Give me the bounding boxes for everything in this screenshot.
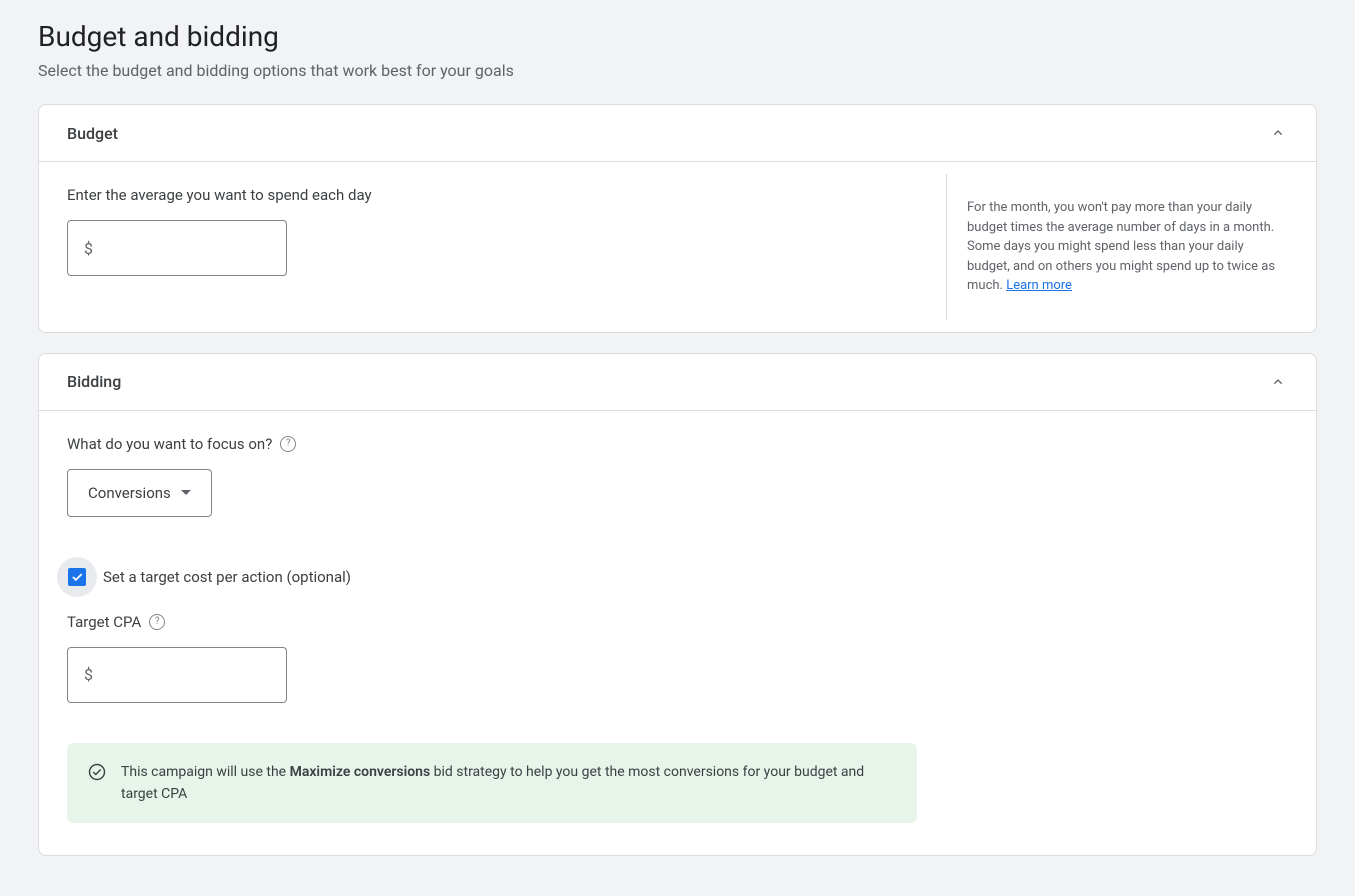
page-title: Budget and bidding [38,20,1317,53]
bidding-card-header[interactable]: Bidding [39,354,1316,411]
strategy-info-banner: This campaign will use the Maximize conv… [67,743,917,824]
bidding-card: Bidding What do you want to focus on? ? … [38,353,1317,857]
budget-header-title: Budget [67,124,118,143]
chevron-up-icon [1268,372,1288,392]
chevron-up-icon [1268,123,1288,143]
learn-more-link[interactable]: Learn more [1006,278,1072,293]
target-cpa-checkbox[interactable] [68,568,86,586]
target-cpa-input[interactable] [101,666,300,683]
budget-help-text: For the month, you won't pay more than y… [946,174,1316,320]
help-icon[interactable]: ? [280,436,296,452]
checkbox-ripple [57,557,97,597]
banner-prefix: This campaign will use the [121,764,290,780]
focus-question: What do you want to focus on? [67,435,272,453]
focus-dropdown[interactable]: Conversions [67,469,212,517]
currency-symbol: $ [84,665,93,684]
banner-text: This campaign will use the Maximize conv… [121,761,897,806]
dropdown-arrow-icon [181,490,191,495]
budget-label: Enter the average you want to spend each… [67,186,918,204]
target-cpa-checkbox-label: Set a target cost per action (optional) [103,568,351,586]
banner-strong: Maximize conversions [290,764,431,780]
focus-selected-value: Conversions [88,484,171,502]
target-cpa-input-wrapper[interactable]: $ [67,647,287,703]
budget-card-header[interactable]: Budget [39,105,1316,162]
budget-input[interactable] [101,240,300,257]
currency-symbol: $ [84,239,93,258]
help-icon[interactable]: ? [149,614,165,630]
budget-input-wrapper[interactable]: $ [67,220,287,276]
check-circle-icon [87,762,107,782]
bidding-header-title: Bidding [67,372,121,391]
budget-card: Budget Enter the average you want to spe… [38,104,1317,333]
page-subtitle: Select the budget and bidding options th… [38,61,1317,80]
target-cpa-label: Target CPA [67,613,141,631]
